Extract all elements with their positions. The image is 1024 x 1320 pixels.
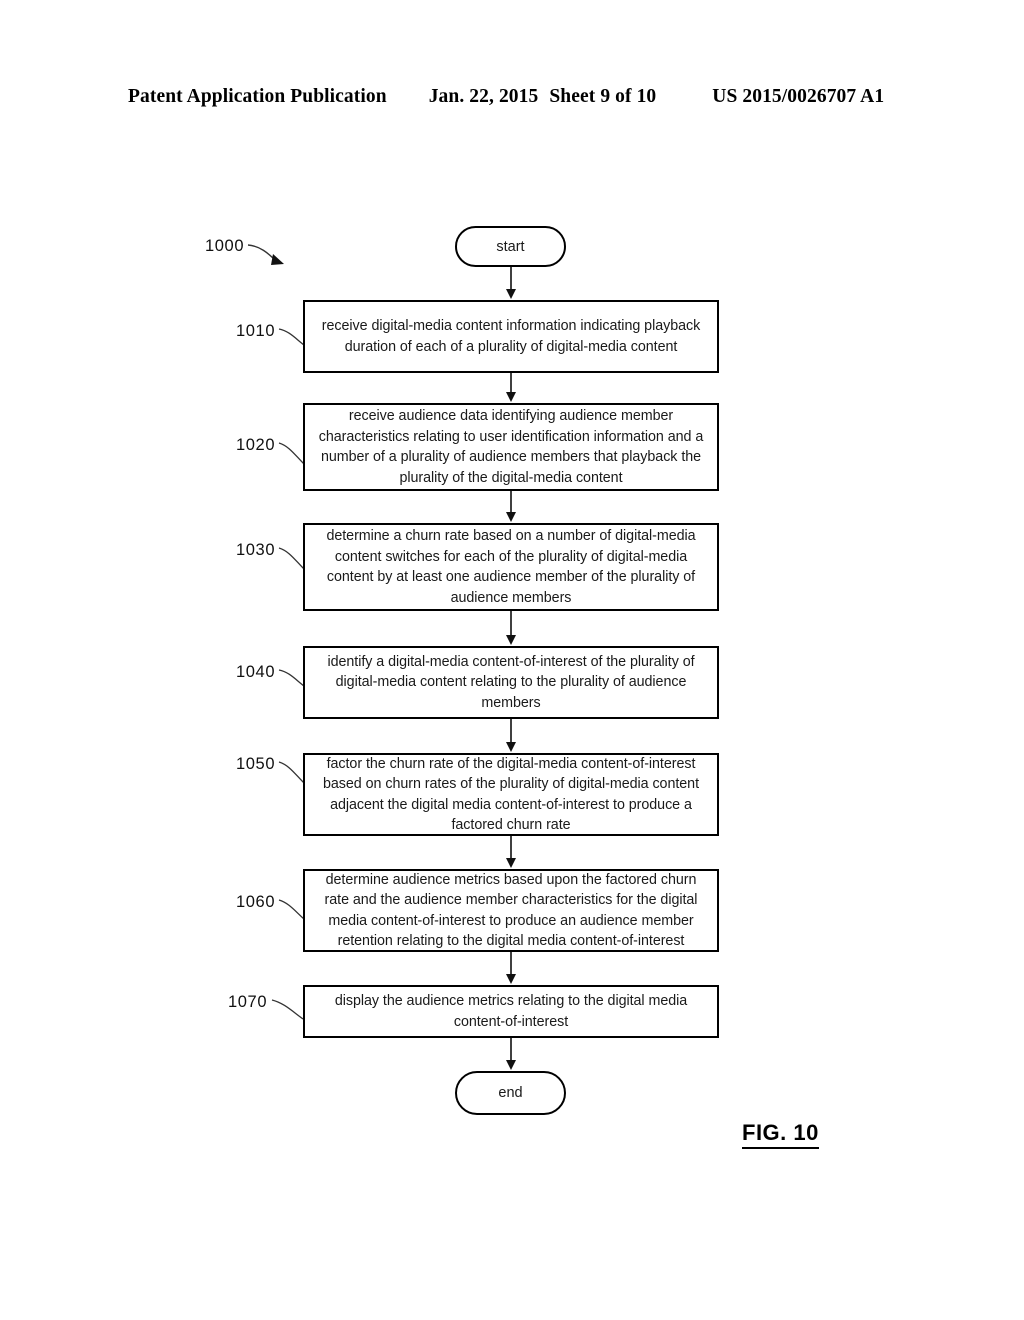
- connector-1020-1030: [506, 491, 516, 522]
- connector-1040-1050: [506, 719, 516, 752]
- process-text-1010: receive digital-media content informatio…: [321, 318, 701, 355]
- process-text-1050: factor the churn rate of the digital-med…: [323, 755, 699, 834]
- process-text-1070: display the audience metrics relating to…: [334, 993, 688, 1030]
- process-box-1060: determine audience metrics based upon th…: [303, 869, 719, 952]
- leader-line-1000: [247, 244, 284, 265]
- connector-start-1010: [506, 267, 516, 299]
- end-terminal: end: [455, 1071, 566, 1115]
- connector-1050-1060: [506, 836, 516, 868]
- start-label: start: [496, 238, 525, 255]
- step-reference-1070: 1070: [228, 993, 268, 1011]
- process-box-1030: determine a churn rate based on a number…: [303, 523, 719, 611]
- process-box-1040: identify a digital-media content-of-inte…: [303, 646, 719, 719]
- process-box-1010: receive digital-media content informatio…: [303, 300, 719, 373]
- figure-label: FIG. 10: [742, 1120, 819, 1149]
- end-label: end: [498, 1085, 523, 1101]
- step-reference-1060: 1060: [236, 893, 276, 911]
- connector-1060-1070: [506, 952, 516, 984]
- process-text-1060: determine audience metrics based upon th…: [324, 871, 698, 950]
- step-reference-1040: 1040: [236, 663, 276, 681]
- flowchart-1000: 1000 start 1010 receive digital-media co…: [0, 0, 1024, 1320]
- leader-line-1070: [271, 999, 304, 1020]
- process-text-1040: identify a digital-media content-of-inte…: [327, 653, 695, 711]
- start-terminal: start: [455, 226, 566, 267]
- diagram-reference-1000: 1000: [205, 237, 245, 255]
- step-reference-1020: 1020: [236, 436, 276, 454]
- process-text-1030: determine a churn rate based on a number…: [326, 528, 696, 606]
- step-reference-1030: 1030: [236, 541, 276, 559]
- connector-1070-end: [506, 1038, 516, 1070]
- connector-1010-1020: [506, 373, 516, 402]
- connector-1030-1040: [506, 611, 516, 645]
- process-text-1020: receive audience data identifying audien…: [318, 408, 704, 486]
- process-box-1070: display the audience metrics relating to…: [303, 985, 719, 1038]
- process-box-1050: factor the churn rate of the digital-med…: [303, 753, 719, 836]
- step-reference-1050: 1050: [236, 755, 276, 773]
- process-box-1020: receive audience data identifying audien…: [303, 403, 719, 491]
- step-reference-1010: 1010: [236, 322, 276, 340]
